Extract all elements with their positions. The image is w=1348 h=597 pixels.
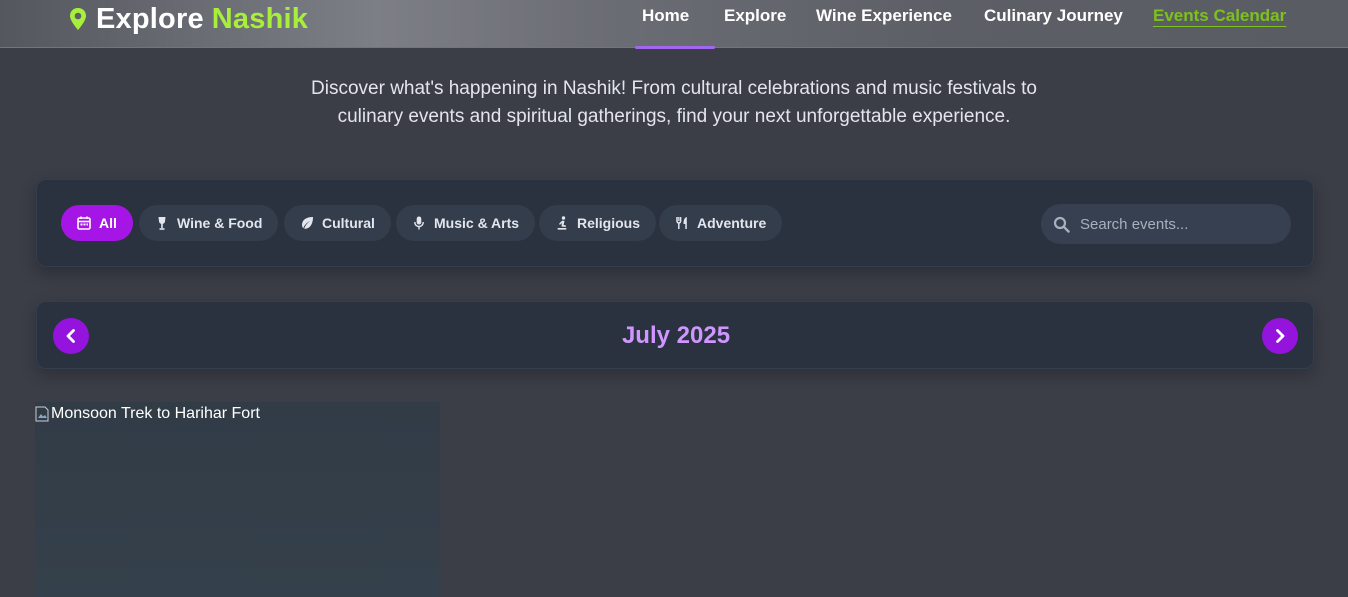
month-navigation: July 2025 (36, 301, 1314, 369)
search-box[interactable] (1041, 204, 1291, 244)
filter-chip-music-arts[interactable]: Music & Arts (396, 205, 536, 241)
main-nav: Home Explore Wine Experience Culinary Jo… (0, 6, 1348, 32)
event-image: Monsoon Trek to Harihar Fort (35, 405, 260, 423)
wine-glass-icon (158, 217, 166, 230)
current-month-label: July 2025 (621, 322, 731, 349)
nav-wine-experience[interactable]: Wine Experience (816, 6, 952, 26)
filter-chip-label: Cultural (322, 215, 375, 231)
utensils-icon (676, 217, 687, 229)
intro-line-2: culinary events and spiritual gatherings… (337, 106, 1011, 127)
filter-chip-label: All (99, 215, 117, 231)
next-month-button[interactable] (1262, 318, 1298, 354)
filter-chip-label: Wine & Food (177, 215, 263, 231)
leaf-icon (302, 217, 313, 229)
top-navbar: Explore Nashik Home Explore Wine Experie… (0, 0, 1348, 48)
filter-chip-adventure[interactable]: Adventure (659, 205, 783, 241)
nav-culinary-journey[interactable]: Culinary Journey (984, 6, 1123, 26)
nav-explore[interactable]: Explore (724, 6, 786, 26)
filter-panel: All Wine & Food Cultural Music & Arts Re… (36, 179, 1314, 267)
header-accent-line (635, 46, 715, 49)
event-card[interactable]: Monsoon Trek to Harihar Fort (35, 402, 440, 597)
event-image-alt-text: Monsoon Trek to Harihar Fort (51, 405, 260, 422)
microphone-icon (414, 216, 424, 230)
intro-line-1: Discover what's happening in Nashik! Fro… (311, 78, 1037, 99)
filter-chip-all[interactable]: All (61, 205, 133, 241)
broken-image-icon (35, 406, 49, 422)
page-intro: Discover what's happening in Nashik! Fro… (270, 75, 1078, 131)
search-icon (1053, 216, 1070, 233)
filter-chip-wine-food[interactable]: Wine & Food (139, 205, 279, 241)
search-input[interactable] (1080, 215, 1270, 233)
filter-chip-label: Religious (577, 215, 641, 231)
calendar-icon (77, 216, 91, 230)
chevron-right-icon (1276, 329, 1285, 343)
nav-home[interactable]: Home (642, 6, 689, 26)
praying-icon (557, 216, 567, 230)
filter-chip-cultural[interactable]: Cultural (284, 205, 391, 241)
filter-chip-religious[interactable]: Religious (539, 205, 657, 241)
filter-chip-label: Music & Arts (434, 215, 520, 231)
nav-events-calendar[interactable]: Events Calendar (1153, 6, 1286, 26)
filter-chip-label: Adventure (697, 215, 767, 231)
